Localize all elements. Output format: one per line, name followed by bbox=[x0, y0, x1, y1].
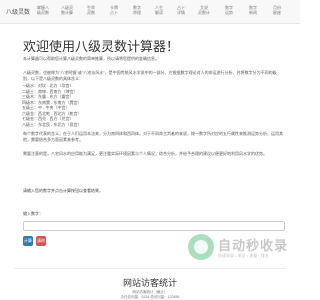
watermark-logo-icon bbox=[188, 234, 214, 260]
list-item: 八级土：东北艮 - 东北方（艮宫） bbox=[22, 121, 82, 127]
instruction-text: 请输入您的数字并点击计算按钮以查看结果。 bbox=[23, 188, 103, 193]
nav-item-9[interactable]: 数字 运势 bbox=[218, 5, 240, 15]
list-item: 七级金：西兑 - 西方（兑宫） bbox=[22, 116, 74, 121]
nav-item-5[interactable]: 数字 命理 bbox=[126, 5, 148, 15]
intro-text: 本计算器可以帮助您计算八级灵数的简单推算，所以请将您提供的准确信息。 bbox=[23, 56, 159, 61]
number-input[interactable] bbox=[23, 221, 285, 231]
nav-item-10[interactable]: 数字 新闻 bbox=[242, 5, 264, 15]
nav-item-3[interactable]: 生命 灵数 bbox=[80, 5, 102, 15]
list-item: 三级木：东震 - 东方（震宫） bbox=[22, 94, 74, 99]
input-label: 输入数字： bbox=[23, 211, 43, 216]
nav-item-4[interactable]: 卡牌 占卜 bbox=[103, 5, 125, 15]
nav-item-7[interactable]: 占卜 详情 bbox=[170, 5, 192, 15]
site-brand[interactable]: 八级灵数 bbox=[6, 7, 30, 16]
nav-item-1[interactable]: 掌握八 级灵数 bbox=[32, 5, 54, 15]
top-navbar: 八级灵数 掌握八 级灵数 八级灵 数计算 生命 灵数 卡牌 占卜 数字 命理 人生 解读 占… bbox=[0, 0, 300, 24]
nav-item-11[interactable]: 月份 星座 bbox=[266, 5, 288, 15]
nav-item-8[interactable]: 艾说 灵数计 bbox=[193, 5, 215, 15]
page-title: 欢迎使用八级灵数计算器！ bbox=[23, 39, 180, 54]
nav-item-6[interactable]: 人生 解读 bbox=[148, 5, 170, 15]
nav-item-2[interactable]: 八级灵 数计算 bbox=[56, 5, 78, 15]
levels-list: 一级水：对坎 - 北方（坎宫） 二级土：南坤 - 西南方（坤宫） 三级木：东震 … bbox=[22, 83, 82, 127]
watermark-subtitle: 快速收录 • 来访 • 流量 • 排名 bbox=[218, 253, 269, 258]
watermark-title: 自动秒收录 bbox=[218, 238, 289, 253]
note-paragraph-2: 需要注意的是，八宅风水的应用能为满足，更注重实际环境因素与个人情况，综合分析，并… bbox=[23, 151, 267, 156]
section-divider bbox=[14, 268, 286, 269]
watermark: 自动秒收录 快速收录 • 来访 • 流量 • 排名 bbox=[188, 234, 294, 264]
clear-button[interactable]: 清除 bbox=[36, 236, 46, 246]
intro-paragraph: 八级灵数，也被称为"八宅明镜"或"八宅派风水"，是中国传统风水学说中的一部分，它… bbox=[23, 70, 277, 81]
calculate-button[interactable]: 计算 bbox=[23, 236, 33, 246]
note-paragraph-1: 每个数字代表的含义，在于人们运用本法来，分为南四体和西四体，对于不同命主判者的来… bbox=[23, 131, 283, 142]
list-item: 一级水：对坎 - 北方（坎宫） bbox=[22, 83, 74, 88]
stats-title: 网站访客统计 bbox=[122, 278, 177, 288]
stats-line-2: 今日访问量：5234 总访问量：123456 bbox=[120, 295, 180, 299]
